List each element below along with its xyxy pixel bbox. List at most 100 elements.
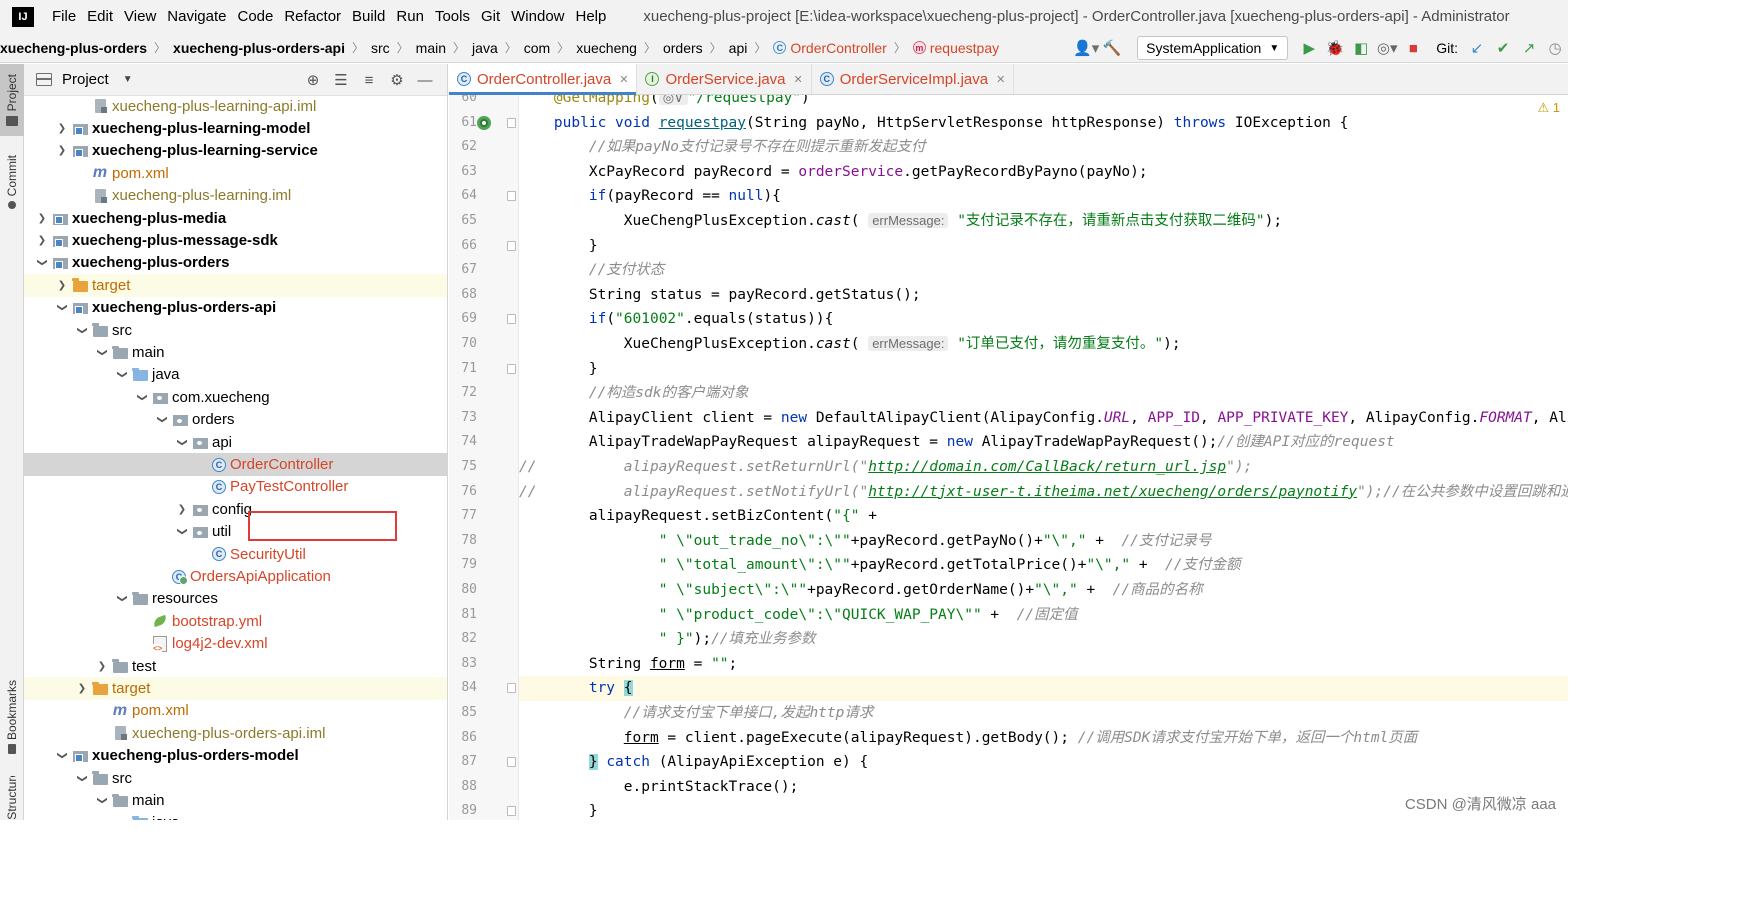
code-line[interactable]: } xyxy=(519,357,1568,382)
breadcrumb-item[interactable]: orders xyxy=(663,40,703,56)
menu-navigate[interactable]: Navigate xyxy=(167,8,226,25)
coverage-icon[interactable]: ◧ xyxy=(1349,36,1373,60)
tab-orderserviceimpl[interactable]: C OrderServiceImpl.java ✕ xyxy=(812,64,1015,94)
chevron-down-icon[interactable]: ❯ xyxy=(137,387,148,407)
tree-item[interactable]: java xyxy=(24,812,447,820)
menu-run[interactable]: Run xyxy=(396,8,424,25)
tree-item[interactable]: m pom.xml xyxy=(24,700,447,722)
stop-icon[interactable]: ■ xyxy=(1401,36,1425,60)
tree-item[interactable]: xuecheng-plus-learning-api.iml xyxy=(24,95,447,117)
gutter-line[interactable]: 83 xyxy=(449,652,518,677)
gutter-line[interactable]: 61 xyxy=(449,111,518,136)
gutter-line[interactable]: 78 xyxy=(449,529,518,554)
gutter-line[interactable]: 71 xyxy=(449,357,518,382)
gutter-line[interactable]: 86 xyxy=(449,726,518,751)
code-line[interactable]: XueChengPlusException.cast( errMessage: … xyxy=(519,209,1568,234)
breadcrumb-item[interactable]: src xyxy=(371,40,390,56)
gutter-line[interactable]: 65 xyxy=(449,209,518,234)
gutter-line[interactable]: 88 xyxy=(449,775,518,800)
tree-item[interactable]: ❯ com.xuecheng xyxy=(24,386,447,408)
code-line[interactable]: } catch (AlipayApiException e) { xyxy=(519,750,1568,775)
chevron-down-icon[interactable]: ❯ xyxy=(97,343,108,363)
breadcrumb-class[interactable]: C OrderController xyxy=(773,40,887,56)
menu-help[interactable]: Help xyxy=(576,8,607,25)
git-update-icon[interactable]: ↙ xyxy=(1465,36,1489,60)
tree-item[interactable]: ❯ main xyxy=(24,789,447,811)
chevron-right-icon[interactable]: ❯ xyxy=(52,123,72,134)
gutter-line[interactable]: 60 xyxy=(449,95,518,111)
tree-item[interactable]: ❯ target xyxy=(24,677,447,700)
code-line[interactable]: " \"total_amount\":\""+payRecord.getTota… xyxy=(519,553,1568,578)
chevron-right-icon[interactable]: ❯ xyxy=(92,661,112,672)
menu-tools[interactable]: Tools xyxy=(435,8,470,25)
gutter-line[interactable]: 73 xyxy=(449,406,518,431)
code-line[interactable]: // alipayRequest.setReturnUrl("http://do… xyxy=(519,455,1568,480)
tree-item[interactable]: ❯ orders xyxy=(24,409,447,431)
breadcrumb-item[interactable]: xuecheng-plus-orders-api xyxy=(173,40,345,56)
locate-icon[interactable]: ⊕ xyxy=(299,71,327,89)
code-line[interactable]: form = client.pageExecute(alipayRequest)… xyxy=(519,726,1568,751)
menu-refactor[interactable]: Refactor xyxy=(284,8,341,25)
menu-code[interactable]: Code xyxy=(237,8,273,25)
gutter-line[interactable]: 84 xyxy=(449,676,518,701)
close-icon[interactable]: ✕ xyxy=(619,73,628,86)
run-gutter-icon[interactable] xyxy=(477,115,491,130)
tree-item[interactable]: ❯ util xyxy=(24,521,447,543)
code-line[interactable]: AlipayClient client = new DefaultAlipayC… xyxy=(519,406,1568,431)
run-configuration-select[interactable]: SystemApplication ▼ xyxy=(1137,36,1289,60)
fold-marker-icon[interactable] xyxy=(507,240,516,251)
chevron-down-icon[interactable]: ❯ xyxy=(177,432,188,452)
gutter-line[interactable]: 66 xyxy=(449,234,518,259)
gutter-line[interactable]: 68 xyxy=(449,283,518,308)
gutter-line[interactable]: 70 xyxy=(449,332,518,357)
gutter-line[interactable]: 76 xyxy=(449,480,518,505)
tree-item[interactable]: ❯ test xyxy=(24,655,447,677)
menu-git[interactable]: Git xyxy=(481,8,500,25)
user-icon[interactable]: 👤▾ xyxy=(1073,36,1099,60)
close-icon[interactable]: ✕ xyxy=(794,73,803,86)
tree-item[interactable]: ❯ main xyxy=(24,341,447,363)
code-line[interactable]: " \"out_trade_no\":\""+payRecord.getPayN… xyxy=(519,529,1568,554)
tree-item[interactable]: ❯ xuecheng-plus-learning-service xyxy=(24,140,447,162)
commit-tool-tab[interactable]: Commit xyxy=(0,146,24,218)
code-line[interactable]: " \"subject\":\""+payRecord.getOrderName… xyxy=(519,578,1568,603)
chevron-down-icon[interactable]: ▼ xyxy=(123,74,133,85)
code-line[interactable]: alipayRequest.setBizContent("{" + xyxy=(519,504,1568,529)
code-line[interactable]: } xyxy=(519,234,1568,259)
tree-item[interactable]: C OrderController xyxy=(24,453,447,476)
chevron-right-icon[interactable]: ❯ xyxy=(32,235,52,246)
tree-item[interactable]: C PayTestController xyxy=(24,476,447,498)
tree-item[interactable]: ❯ src xyxy=(24,767,447,789)
code-line[interactable]: " \"product_code\":\"QUICK_WAP_PAY\"" + … xyxy=(519,603,1568,628)
chevron-down-icon[interactable]: ❯ xyxy=(117,589,128,609)
chevron-down-icon[interactable]: ❯ xyxy=(77,320,88,340)
tree-item[interactable]: ❯ xuecheng-plus-orders xyxy=(24,252,447,274)
code-line[interactable]: try { xyxy=(519,676,1568,701)
chevron-right-icon[interactable]: ❯ xyxy=(52,145,72,156)
gutter-line[interactable]: 89 xyxy=(449,799,518,820)
tree-item[interactable]: xuecheng-plus-orders-api.iml xyxy=(24,722,447,744)
code-line[interactable]: @GetMapping(◎∨ "/requestpay") xyxy=(519,95,1568,111)
chevron-right-icon[interactable]: ❯ xyxy=(172,504,192,515)
menu-build[interactable]: Build xyxy=(352,8,385,25)
gutter-line[interactable]: 63 xyxy=(449,160,518,185)
fold-marker-icon[interactable] xyxy=(507,757,516,768)
editor-gutter[interactable]: 60 61 62 63 64 65 66 67 68 69 70 71 72 73 74 75 76 77 78 79… xyxy=(449,95,519,820)
fold-marker-icon[interactable] xyxy=(507,191,516,202)
code-line[interactable]: // alipayRequest.setNotifyUrl("http://tj… xyxy=(519,480,1568,505)
expand-all-icon[interactable]: ☰ xyxy=(327,71,355,89)
code-line[interactable]: XueChengPlusException.cast( errMessage: … xyxy=(519,332,1568,357)
chevron-down-icon[interactable]: ❯ xyxy=(77,768,88,788)
gutter-line[interactable]: 62 xyxy=(449,135,518,160)
code-line[interactable]: //构造sdk的客户端对象 xyxy=(519,381,1568,406)
profile-icon[interactable]: ◎▾ xyxy=(1375,36,1399,60)
breadcrumb-item[interactable]: main xyxy=(416,40,446,56)
code-line[interactable]: //请求支付宝下单接口,发起http请求 xyxy=(519,701,1568,726)
minimize-icon[interactable]: — xyxy=(411,72,439,89)
gutter-line[interactable]: 64 xyxy=(449,184,518,209)
code-line[interactable]: if(payRecord == null){ xyxy=(519,184,1568,209)
chevron-down-icon[interactable]: ❯ xyxy=(177,522,188,542)
tab-ordercontroller[interactable]: C OrderController.java ✕ xyxy=(449,64,638,95)
code-line[interactable]: XcPayRecord payRecord = orderService.get… xyxy=(519,160,1568,185)
git-push-icon[interactable]: ↗ xyxy=(1517,36,1541,60)
